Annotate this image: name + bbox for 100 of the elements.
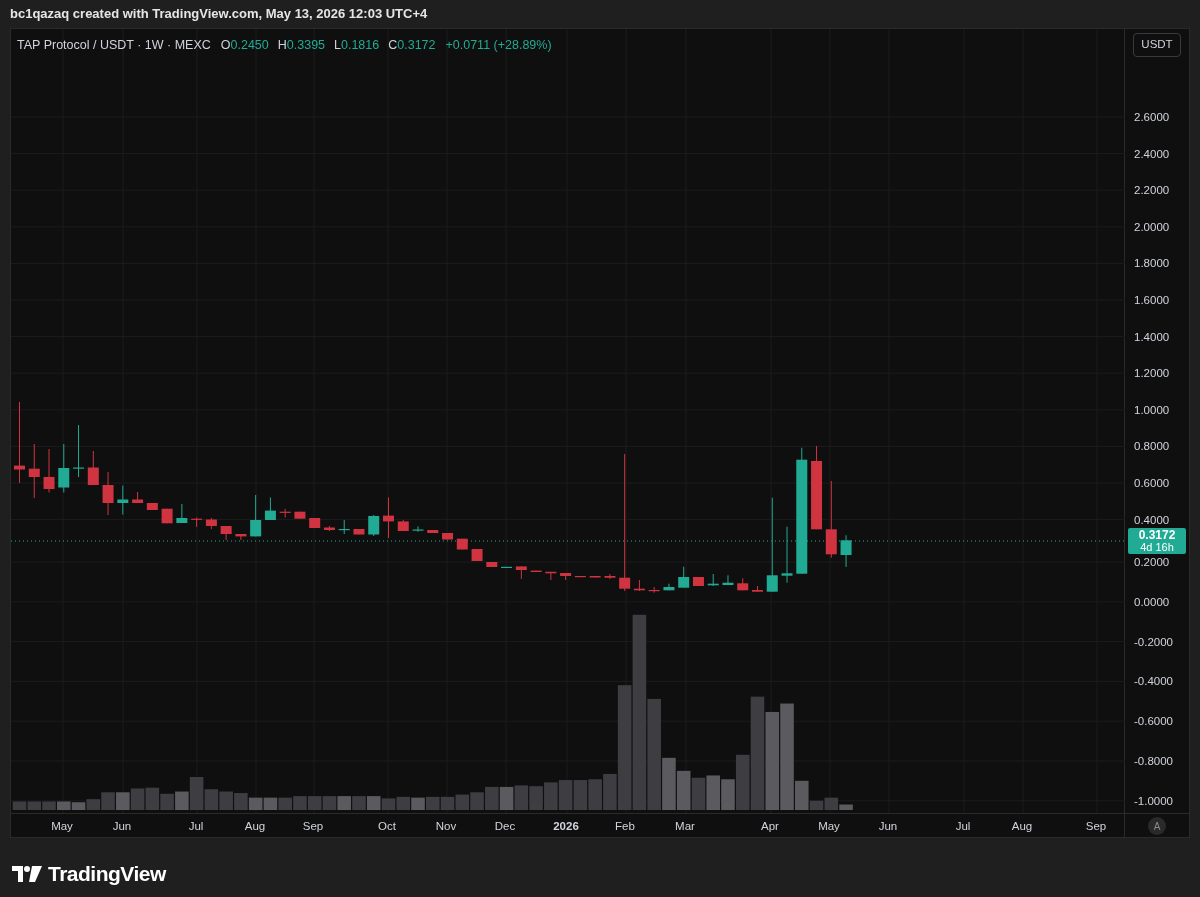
volume-bar — [676, 770, 691, 810]
volume-bar — [234, 793, 248, 810]
logo-icon — [12, 865, 42, 882]
candlestick — [73, 424, 85, 478]
candlestick — [722, 574, 734, 586]
candlestick — [353, 528, 365, 535]
price-label: 1.0000 — [1134, 402, 1170, 417]
volume-bar — [426, 796, 440, 810]
ohlc-value: C0.3172 — [388, 37, 436, 54]
volume-bar — [470, 792, 484, 810]
time-label: Jun — [878, 819, 898, 833]
candlestick — [132, 491, 144, 504]
volume-bar — [145, 787, 160, 810]
time-label: Sep — [302, 819, 324, 833]
candlestick — [663, 583, 675, 591]
candlestick — [264, 497, 276, 521]
price-label: -1.0000 — [1134, 793, 1173, 808]
candlestick — [87, 450, 99, 486]
price-label: -0.6000 — [1134, 714, 1173, 729]
time-label: May — [818, 819, 840, 833]
time-label: May — [51, 819, 73, 833]
volume-bar — [42, 801, 56, 810]
price-label: 1.2000 — [1134, 366, 1170, 381]
candlestick — [604, 573, 616, 580]
candlestick — [692, 576, 704, 587]
candlestick — [383, 497, 394, 539]
volume-bar — [57, 801, 71, 810]
candlestick — [323, 525, 335, 532]
candlestick — [250, 494, 262, 537]
candlestick — [471, 548, 483, 562]
volume-bar — [455, 794, 470, 810]
auto-scale-button[interactable]: A — [1148, 817, 1166, 835]
symbol-legend: TAP Protocol / USDT · 1W · MEXC — [17, 36, 211, 55]
volume-bar — [116, 792, 130, 810]
volume-bar — [160, 793, 174, 810]
candlestick — [648, 586, 660, 594]
bar-countdown: 4d 16h — [1140, 541, 1174, 553]
price-label: 1.8000 — [1134, 256, 1170, 271]
volume-bar — [307, 796, 322, 810]
volume-bar — [573, 780, 588, 810]
price-label: -0.4000 — [1134, 674, 1173, 689]
volume-bar — [411, 797, 425, 810]
volume-bar — [278, 797, 292, 810]
ohlc-value: H0.3395 — [277, 37, 326, 54]
currency-button[interactable]: USDT — [1133, 33, 1181, 57]
volume-bar — [588, 779, 602, 810]
candlestick — [338, 519, 350, 535]
volume-bar — [544, 782, 558, 810]
candlestick — [486, 561, 498, 568]
price-label: 0.6000 — [1134, 476, 1170, 490]
candlestick — [427, 529, 439, 534]
candlestick — [117, 485, 129, 515]
candlestick — [574, 575, 586, 578]
candlestick — [28, 443, 40, 499]
volume-bar — [352, 796, 366, 810]
last-price: 0.3172 — [1138, 529, 1176, 541]
candlestick — [442, 532, 454, 540]
time-label: Mar — [675, 819, 695, 833]
time-label: Apr — [761, 819, 779, 833]
time-label: Jul — [955, 819, 971, 833]
price-label: 0.4000 — [1134, 512, 1170, 527]
candlestick — [840, 534, 852, 568]
volume-bar — [366, 796, 381, 810]
volume-bar — [130, 788, 145, 810]
volume-bar — [440, 796, 455, 810]
candlestick — [530, 570, 542, 573]
time-label: Sep — [1085, 819, 1107, 833]
brand-name: TradingView — [48, 861, 166, 887]
candlestick — [294, 511, 306, 520]
time-label: Aug — [1011, 819, 1033, 833]
volume-bar — [27, 801, 42, 810]
candlestick — [515, 565, 527, 580]
candlestick — [397, 519, 409, 532]
candlestick — [752, 585, 763, 593]
time-label: Oct — [378, 819, 396, 833]
candlestick — [309, 517, 321, 529]
ohlc-value: L0.1816 — [334, 37, 380, 54]
candlestick — [456, 538, 468, 550]
candlestick — [560, 572, 572, 581]
price-label: 2.0000 — [1134, 219, 1170, 234]
time-label: Dec — [494, 819, 516, 833]
candlestick — [368, 514, 380, 537]
ohlc-value: O0.2450 — [220, 37, 269, 54]
price-label: 2.2000 — [1134, 183, 1170, 198]
volume-bar — [529, 786, 543, 810]
time-label: Nov — [435, 819, 457, 833]
volume-bar — [558, 780, 573, 810]
volume-bar — [219, 791, 233, 810]
candlestick — [412, 525, 424, 533]
price-label: 2.4000 — [1134, 146, 1170, 161]
volume-bar — [12, 801, 27, 810]
candlestick — [501, 566, 513, 568]
price-label: 0.0000 — [1134, 594, 1170, 609]
time-label: Aug — [244, 819, 266, 833]
candlestick — [205, 517, 217, 530]
candlestick — [781, 526, 793, 584]
candlestick — [43, 448, 55, 493]
volume-bar — [396, 796, 411, 810]
volume-bar — [499, 786, 514, 810]
candlestick — [737, 577, 749, 591]
